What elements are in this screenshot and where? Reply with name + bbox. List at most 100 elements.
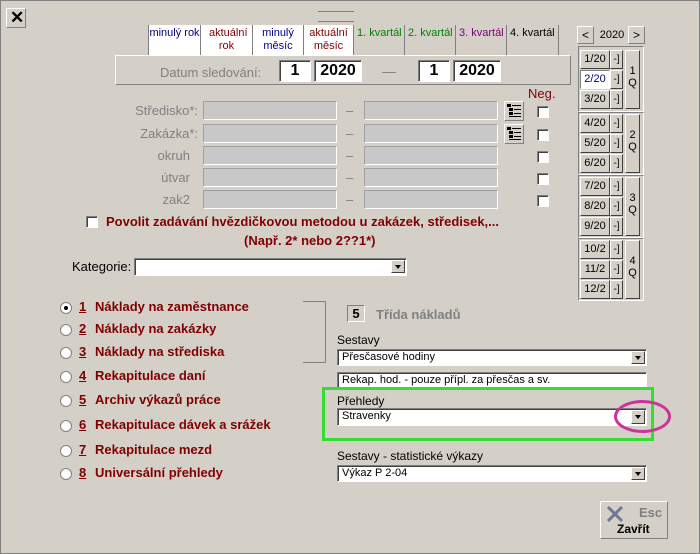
sestavy-select[interactable]: Přesčasové hodiny bbox=[337, 349, 647, 366]
quarter-4-button[interactable]: 4 Q bbox=[625, 240, 640, 299]
month-7-end[interactable]: -] bbox=[610, 177, 623, 196]
calendar-year: 2020 bbox=[599, 29, 625, 41]
radio-button[interactable] bbox=[60, 371, 72, 383]
sestavy-value-2: Rekap. hod. - pouze přípl. za přesčas a … bbox=[342, 374, 551, 386]
okruh-neg-checkbox[interactable] bbox=[537, 151, 549, 163]
zak2-neg-checkbox[interactable] bbox=[537, 195, 549, 207]
cost-class-field[interactable]: 5 bbox=[347, 305, 365, 322]
drag-grip[interactable] bbox=[318, 11, 354, 22]
stredisko-from-field bbox=[203, 101, 337, 120]
tab-kvartal-3[interactable]: 3. kvartál bbox=[456, 25, 507, 55]
chevron-down-icon[interactable] bbox=[391, 260, 405, 273]
tree-list-icon bbox=[507, 127, 521, 140]
tab-label: aktuální rok bbox=[209, 27, 248, 52]
month-11[interactable]: 11/2 bbox=[580, 260, 610, 279]
month-5[interactable]: 5/20 bbox=[580, 134, 610, 153]
zak2-to-field bbox=[364, 190, 498, 209]
range-dash: – bbox=[346, 192, 354, 207]
report-label: Rekapitulace dávek a srážek bbox=[95, 417, 271, 432]
month-12[interactable]: 12/2 bbox=[580, 280, 610, 299]
zakazka-to-field bbox=[364, 124, 498, 143]
radio-button[interactable] bbox=[60, 445, 72, 457]
from-month-field[interactable]: 1 bbox=[279, 60, 311, 82]
month-2-end[interactable]: -] bbox=[610, 70, 623, 89]
calendar-next-button[interactable]: > bbox=[628, 26, 645, 44]
month-1[interactable]: 1/20 bbox=[580, 50, 610, 69]
month-8[interactable]: 8/20 bbox=[580, 197, 610, 216]
range-dash: – bbox=[346, 170, 354, 185]
tab-kvartal-2[interactable]: 2. kvartál bbox=[405, 25, 456, 55]
utvar-neg-checkbox[interactable] bbox=[537, 173, 549, 185]
tab-label: 3. kvartál bbox=[459, 27, 504, 39]
report-number: 1 bbox=[79, 299, 87, 314]
report-label: Universální přehledy bbox=[95, 465, 223, 480]
month-11-end[interactable]: -] bbox=[610, 260, 623, 279]
tab-aktualni-rok[interactable]: aktuální rok bbox=[201, 25, 253, 55]
stredisko-neg-checkbox[interactable] bbox=[537, 106, 549, 118]
radio-button[interactable] bbox=[60, 395, 72, 407]
tab-aktualni-mesic[interactable]: aktuální měsíc bbox=[304, 25, 354, 55]
month-6[interactable]: 6/20 bbox=[580, 154, 610, 173]
month-9[interactable]: 9/20 bbox=[580, 217, 610, 236]
okruh-from-field bbox=[203, 146, 337, 165]
month-12-end[interactable]: -] bbox=[610, 280, 623, 299]
chevron-down-icon[interactable] bbox=[631, 467, 645, 480]
tab-label: 2. kvartál bbox=[408, 27, 453, 39]
tab-kvartal-1[interactable]: 1. kvartál bbox=[354, 25, 405, 55]
close-label: Zavřít bbox=[617, 522, 650, 536]
calendar-prev-button[interactable]: < bbox=[577, 26, 594, 44]
month-5-end[interactable]: -] bbox=[610, 134, 623, 153]
from-year-field[interactable]: 2020 bbox=[314, 60, 362, 82]
radio-button[interactable] bbox=[60, 324, 72, 336]
quarter-1-button[interactable]: 1 Q bbox=[625, 50, 640, 109]
to-month-field[interactable]: 1 bbox=[418, 60, 450, 82]
close-icon bbox=[606, 505, 624, 523]
tab-label: minulý měsíc bbox=[262, 27, 294, 52]
annotation-circle bbox=[614, 400, 671, 433]
radio-button[interactable] bbox=[60, 468, 72, 480]
report-label: Archiv výkazů práce bbox=[95, 392, 221, 407]
quarter-2-button[interactable]: 2 Q bbox=[625, 114, 640, 173]
month-6-end[interactable]: -] bbox=[610, 154, 623, 173]
quarter-label: 4 Q bbox=[628, 255, 637, 279]
month-10-end[interactable]: -] bbox=[610, 240, 623, 259]
quarter-3-button[interactable]: 3 Q bbox=[625, 177, 640, 236]
zakazka-tree-button[interactable] bbox=[504, 124, 524, 144]
report-label: Rekapitulace mezd bbox=[95, 442, 213, 457]
category-label: Kategorie: bbox=[72, 259, 132, 274]
zak2-from-field bbox=[203, 190, 337, 209]
month-4[interactable]: 4/20 bbox=[580, 114, 610, 133]
star-method-checkbox[interactable] bbox=[86, 216, 98, 228]
zakazka-neg-checkbox[interactable] bbox=[537, 129, 549, 141]
radio-button[interactable] bbox=[60, 302, 72, 314]
tab-label: 4. kvartál bbox=[510, 27, 555, 39]
stredisko-tree-button[interactable] bbox=[504, 101, 524, 121]
window-close-button[interactable]: ✕ bbox=[6, 8, 26, 28]
month-3-end[interactable]: -] bbox=[610, 90, 623, 109]
report-number: 4 bbox=[79, 368, 87, 383]
tab-minuly-mesic[interactable]: minulý měsíc bbox=[253, 25, 304, 55]
star-method-label[interactable]: Povolit zadávání hvězdičkovou metodou u … bbox=[106, 214, 499, 229]
radio-button[interactable] bbox=[60, 347, 72, 359]
sestavy-value: Přesčasové hodiny bbox=[342, 351, 435, 363]
month-8-end[interactable]: -] bbox=[610, 197, 623, 216]
filter-label-zak2: zak2 bbox=[162, 192, 190, 207]
prehledy-select[interactable]: Stravenky bbox=[337, 408, 647, 426]
month-4-end[interactable]: -] bbox=[610, 114, 623, 133]
month-9-end[interactable]: -] bbox=[610, 217, 623, 236]
stat-select[interactable]: Výkaz P 2-04 bbox=[337, 465, 647, 482]
tab-kvartal-4[interactable]: 4. kvartál bbox=[507, 25, 559, 55]
chevron-down-icon[interactable] bbox=[631, 351, 645, 364]
month-2[interactable]: 2/20 bbox=[580, 70, 610, 89]
category-select[interactable] bbox=[134, 258, 407, 276]
radio-button[interactable] bbox=[60, 420, 72, 432]
month-3[interactable]: 3/20 bbox=[580, 90, 610, 109]
month-1-end[interactable]: -] bbox=[610, 50, 623, 69]
tab-minuly-rok[interactable]: minulý rok bbox=[149, 25, 201, 55]
month-10[interactable]: 10/2 bbox=[580, 240, 610, 259]
period-separator: — bbox=[382, 63, 396, 79]
to-year-field[interactable]: 2020 bbox=[453, 60, 501, 82]
close-button[interactable]: Esc Zavřít bbox=[600, 501, 668, 539]
month-7[interactable]: 7/20 bbox=[580, 177, 610, 196]
filter-label-stredisko: Středisko*: bbox=[135, 103, 198, 118]
